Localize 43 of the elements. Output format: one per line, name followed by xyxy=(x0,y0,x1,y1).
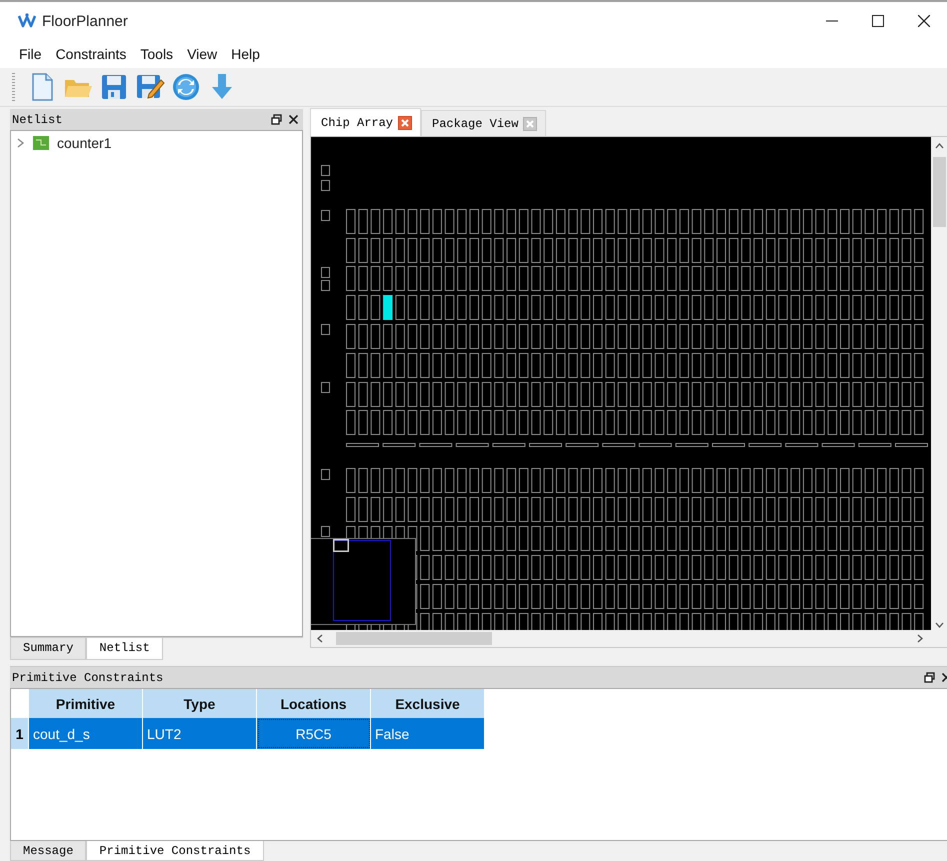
maximize-icon[interactable] xyxy=(872,15,884,27)
menu-item[interactable]: Tools xyxy=(133,44,180,64)
column-header[interactable]: Exclusive xyxy=(370,689,484,718)
vertical-scrollbar-thumb[interactable] xyxy=(933,157,946,227)
menu-item[interactable]: Help xyxy=(224,44,267,64)
panel-title: Netlist xyxy=(12,112,64,126)
float-icon[interactable] xyxy=(924,672,935,683)
close-icon[interactable] xyxy=(941,672,947,683)
scroll-right-icon[interactable] xyxy=(917,634,923,643)
scroll-down-icon[interactable] xyxy=(935,622,944,628)
viewport-marker xyxy=(333,539,349,552)
row-number: 1 xyxy=(11,718,28,749)
table-cell: cout_d_s xyxy=(28,718,142,749)
menu-item[interactable]: View xyxy=(180,44,224,64)
refresh-icon[interactable] xyxy=(171,72,201,102)
module-icon xyxy=(33,136,49,150)
window-title: FloorPlanner xyxy=(42,12,129,30)
save-icon[interactable] xyxy=(99,72,129,102)
panel-tab[interactable]: Summary xyxy=(10,638,86,660)
column-header[interactable]: Type xyxy=(142,689,256,718)
table-cell: R5C5 xyxy=(256,718,370,749)
tree-item[interactable]: counter1 xyxy=(57,135,112,151)
overview-minimap[interactable] xyxy=(311,538,416,625)
scroll-left-icon[interactable] xyxy=(317,634,323,643)
editor-tab[interactable]: Chip Array xyxy=(310,108,422,136)
menu-item[interactable]: Constraints xyxy=(48,44,134,64)
close-icon[interactable] xyxy=(288,114,299,125)
panel-title: Primitive Constraints xyxy=(12,670,164,684)
panel-tab[interactable]: Primitive Constraints xyxy=(86,841,264,861)
scroll-up-icon[interactable] xyxy=(935,143,944,149)
close-icon[interactable] xyxy=(918,15,930,27)
editor-tab[interactable]: Package View xyxy=(421,110,546,136)
panel-tab[interactable]: Message xyxy=(10,841,86,861)
panel-tab[interactable]: Netlist xyxy=(86,638,163,660)
column-header[interactable]: Primitive xyxy=(28,689,142,718)
table-cell: False xyxy=(370,718,484,749)
column-header[interactable]: Locations xyxy=(256,689,370,718)
horizontal-scrollbar-thumb[interactable] xyxy=(336,632,492,645)
table-cell: LUT2 xyxy=(142,718,256,749)
menu-item[interactable]: File xyxy=(12,44,49,64)
float-icon[interactable] xyxy=(271,114,282,125)
table-row[interactable]: 1 cout_d_s LUT2 R5C5 False xyxy=(11,718,484,749)
app-logo-icon xyxy=(18,13,36,29)
